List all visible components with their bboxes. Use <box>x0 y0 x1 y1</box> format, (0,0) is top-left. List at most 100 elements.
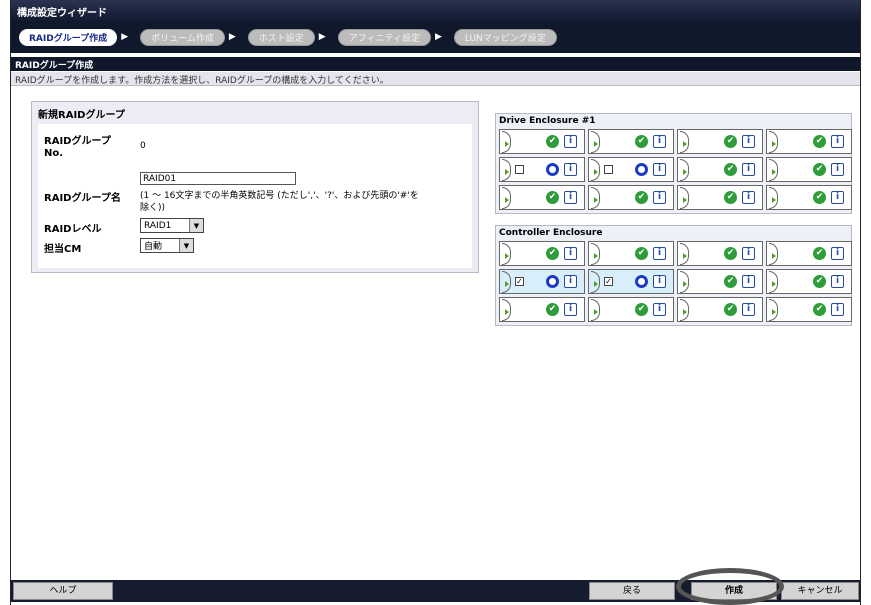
drive-handle-icon <box>591 242 600 265</box>
slot-checkbox[interactable] <box>515 165 524 174</box>
drive-handle-icon <box>680 130 689 153</box>
drive-slot[interactable]: ✔ i <box>677 269 763 294</box>
status-ok-icon: ✔ <box>635 191 648 204</box>
drive-slot[interactable]: i <box>499 157 585 182</box>
status-ok-icon: ✔ <box>724 303 737 316</box>
status-ok-icon: ✔ <box>724 135 737 148</box>
info-icon[interactable]: i <box>831 135 844 148</box>
drive-handle-icon <box>680 158 689 181</box>
wizard-steps: RAIDグループ作成 ▶ ボリューム作成 ▶ ホスト設定 ▶ アフィニティ設定 … <box>11 21 860 53</box>
drive-slot[interactable]: ✔ i <box>588 241 674 266</box>
drive-slot[interactable]: ✔ i <box>499 129 585 154</box>
page-title: RAIDグループ作成 <box>11 57 860 71</box>
info-icon[interactable]: i <box>653 135 666 148</box>
drive-handle-icon <box>680 242 689 265</box>
raid-no-label-suffix: No. <box>44 148 64 159</box>
step-affinity: アフィニティ設定 <box>337 28 431 46</box>
cm-select[interactable]: 自動 ▼ <box>140 238 194 253</box>
info-icon[interactable]: i <box>742 135 755 148</box>
drive-slot[interactable]: ✔ i <box>677 297 763 322</box>
drive-slot[interactable]: ✔ i <box>766 129 852 154</box>
drive-slot[interactable]: ✔ i <box>677 241 763 266</box>
drive-slot[interactable]: ✓ i <box>499 269 585 294</box>
status-ok-icon: ✔ <box>813 135 826 148</box>
info-icon[interactable]: i <box>564 275 577 288</box>
status-ok-icon: ✔ <box>813 275 826 288</box>
enclosure-title: Controller Enclosure <box>499 228 603 238</box>
drive-slot[interactable]: ✔ i <box>766 297 852 322</box>
drive-slot[interactable]: ✔ i <box>499 185 585 210</box>
drive-handle-icon <box>769 298 778 321</box>
available-drive-icon <box>546 275 559 288</box>
drive-handle-icon <box>680 186 689 209</box>
drive-slot[interactable]: ✔ i <box>499 241 585 266</box>
drive-slot[interactable]: ✔ i <box>588 185 674 210</box>
drive-slot[interactable]: ✔ i <box>677 185 763 210</box>
page-description: RAIDグループを作成します。作成方法を選択し、RAIDグループの構成を入力して… <box>11 72 860 86</box>
info-icon[interactable]: i <box>564 135 577 148</box>
drive-slot[interactable]: ✓ i <box>588 269 674 294</box>
status-ok-icon: ✔ <box>813 191 826 204</box>
cm-value: 自動 <box>144 242 163 252</box>
drive-slot[interactable]: ✔ i <box>588 129 674 154</box>
slot-checkbox[interactable]: ✓ <box>604 277 613 286</box>
info-icon[interactable]: i <box>742 163 755 176</box>
raid-level-select[interactable]: RAID1 ▼ <box>140 218 204 233</box>
step-arrow-icon: ▶ <box>121 32 129 42</box>
raid-name-label: RAIDグループ名 <box>44 193 121 204</box>
drive-handle-icon <box>591 158 600 181</box>
info-icon[interactable]: i <box>564 247 577 260</box>
info-icon[interactable]: i <box>653 163 666 176</box>
back-button[interactable]: 戻る <box>589 582 675 600</box>
create-button[interactable]: 作成 <box>691 582 777 600</box>
slot-checkbox[interactable] <box>604 165 613 174</box>
info-icon[interactable]: i <box>831 303 844 316</box>
info-icon[interactable]: i <box>653 191 666 204</box>
info-icon[interactable]: i <box>653 303 666 316</box>
drive-slot[interactable]: ✔ i <box>766 269 852 294</box>
available-drive-icon <box>635 275 648 288</box>
info-icon[interactable]: i <box>742 247 755 260</box>
step-arrow-icon: ▶ <box>228 32 236 42</box>
step-arrow-icon: ▶ <box>434 32 442 42</box>
new-raid-group-panel: 新規RAIDグループ RAIDグループ No. 0 RAIDグループ名 (1 ～… <box>31 101 479 273</box>
info-icon[interactable]: i <box>831 191 844 204</box>
drive-slot[interactable]: ✔ i <box>766 157 852 182</box>
step-lun-mapping: LUNマッピング設定 <box>453 28 557 46</box>
info-icon[interactable]: i <box>742 275 755 288</box>
info-icon[interactable]: i <box>564 303 577 316</box>
chevron-down-icon[interactable]: ▼ <box>189 219 203 232</box>
info-icon[interactable]: i <box>653 275 666 288</box>
info-icon[interactable]: i <box>742 191 755 204</box>
drive-slot[interactable]: ✔ i <box>677 129 763 154</box>
info-icon[interactable]: i <box>564 163 577 176</box>
drive-handle-icon <box>769 186 778 209</box>
drive-handle-icon <box>591 298 600 321</box>
slot-checkbox[interactable]: ✓ <box>515 277 524 286</box>
drive-slot[interactable]: i <box>588 157 674 182</box>
chevron-down-icon[interactable]: ▼ <box>179 239 193 252</box>
drive-slot[interactable]: ✔ i <box>766 241 852 266</box>
info-icon[interactable]: i <box>564 191 577 204</box>
step-raid-group[interactable]: RAIDグループ作成 <box>19 28 118 46</box>
info-icon[interactable]: i <box>831 247 844 260</box>
drive-slot[interactable]: ✔ i <box>499 297 585 322</box>
drive-slot[interactable]: ✔ i <box>766 185 852 210</box>
drive-slot[interactable]: ✔ i <box>588 297 674 322</box>
raid-name-row: RAIDグループ名 (1 ～ 16文字までの半角英数記号 (ただし','、'?'… <box>38 172 472 216</box>
cancel-button[interactable]: キャンセル <box>781 582 859 600</box>
info-icon[interactable]: i <box>831 163 844 176</box>
status-ok-icon: ✔ <box>546 135 559 148</box>
help-button[interactable]: ヘルプ <box>13 582 113 600</box>
raid-level-label: RAIDレベル <box>44 224 102 235</box>
drive-handle-icon <box>502 186 511 209</box>
status-ok-icon: ✔ <box>724 275 737 288</box>
available-drive-icon <box>635 163 648 176</box>
info-icon[interactable]: i <box>742 303 755 316</box>
step-host: ホスト設定 <box>247 28 315 46</box>
info-icon[interactable]: i <box>831 275 844 288</box>
drive-handle-icon <box>769 130 778 153</box>
info-icon[interactable]: i <box>653 247 666 260</box>
drive-slot[interactable]: ✔ i <box>677 157 763 182</box>
raid-name-input[interactable] <box>140 172 296 185</box>
